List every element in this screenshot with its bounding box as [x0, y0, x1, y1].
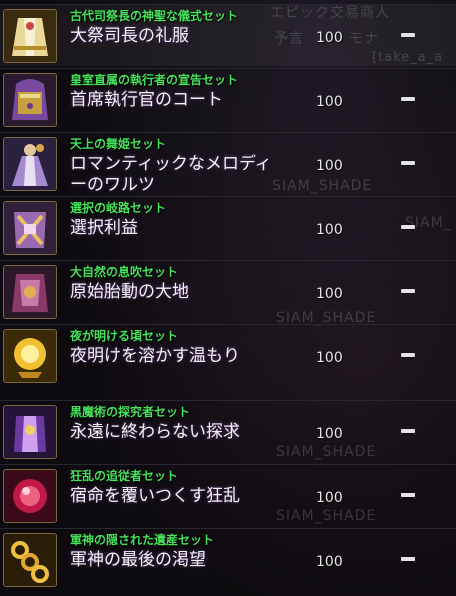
list-item[interactable]: 皇室直属の執行者の宣告セット 首席執行官のコート 100 [0, 68, 456, 130]
nature-armor-icon [3, 265, 57, 319]
status-dash-icon [401, 353, 415, 357]
set-name: 夜が明ける頃セット [70, 329, 179, 343]
quantity: 100 [316, 158, 343, 174]
frenzy-orb-icon [3, 469, 57, 523]
status-dash-icon [401, 97, 415, 101]
status-dash-icon [401, 161, 415, 165]
set-name: 狂乱の追従者セット [70, 469, 179, 483]
quantity: 100 [316, 350, 343, 366]
item-name: 永遠に終わらない探求 [70, 422, 240, 442]
set-name: 古代司祭長の神聖な儀式セット [70, 9, 239, 23]
status-dash-icon [401, 493, 415, 497]
set-name: 軍神の隠された遺産セット [70, 533, 215, 547]
list-item[interactable]: 夜が明ける頃セット 夜明けを溶かす温もり 100 [0, 324, 456, 386]
set-name: 選択の岐路セット [70, 201, 167, 215]
quantity: 100 [316, 286, 343, 302]
set-name: 大自然の息吹セット [70, 265, 179, 279]
item-name: 選択利益 [70, 218, 138, 238]
quantity: 100 [316, 490, 343, 506]
coat-armor-icon [3, 73, 57, 127]
epic-trade-list-panel: エピック交易商人 予言 モナ [take_a_a SIAM_SHADE SIAM… [0, 0, 456, 596]
quantity: 100 [316, 554, 343, 570]
robe-armor-icon [3, 9, 57, 63]
list-item[interactable]: 大自然の息吹セット 原始胎動の大地 100 [0, 260, 456, 322]
status-dash-icon [401, 225, 415, 229]
item-name: 原始胎動の大地 [70, 282, 189, 302]
list-item[interactable]: 天上の舞姫セット ロマンティックなメロディーのワルツ 100 [0, 132, 456, 195]
crossroad-armor-icon [3, 201, 57, 255]
list-item[interactable]: 狂乱の追従者セット 宿命を覆いつくす狂乱 100 [0, 464, 456, 526]
dark-magic-armor-icon [3, 405, 57, 459]
list-item[interactable]: 黒魔術の探究者セット 永遠に終わらない探求 100 [0, 400, 456, 462]
set-name: 黒魔術の探究者セット [70, 405, 191, 419]
item-name: ロマンティックなメロディーのワルツ [70, 154, 272, 195]
set-name: 天上の舞姫セット [70, 137, 167, 151]
quantity: 100 [316, 426, 343, 442]
item-name: 首席執行官のコート [70, 90, 223, 110]
item-name: 宿命を覆いつくす狂乱 [70, 486, 240, 506]
war-god-chain-icon [3, 533, 57, 587]
quantity: 100 [316, 222, 343, 238]
quantity: 100 [316, 30, 343, 46]
item-name: 大祭司長の礼服 [70, 26, 189, 46]
list-item[interactable]: 古代司祭長の神聖な儀式セット 大祭司長の礼服 100 [0, 4, 456, 66]
dress-armor-icon [3, 137, 57, 191]
dawn-orb-icon [3, 329, 57, 383]
item-name: 軍神の最後の渇望 [70, 550, 206, 570]
status-dash-icon [401, 557, 415, 561]
list-item[interactable]: 選択の岐路セット 選択利益 100 [0, 196, 456, 258]
item-name: 夜明けを溶かす温もり [70, 346, 240, 366]
set-name: 皇室直属の執行者の宣告セット [70, 73, 239, 87]
status-dash-icon [401, 33, 415, 37]
list-item[interactable]: 軍神の隠された遺産セット 軍神の最後の渇望 100 [0, 528, 456, 590]
status-dash-icon [401, 429, 415, 433]
quantity: 100 [316, 94, 343, 110]
status-dash-icon [401, 289, 415, 293]
